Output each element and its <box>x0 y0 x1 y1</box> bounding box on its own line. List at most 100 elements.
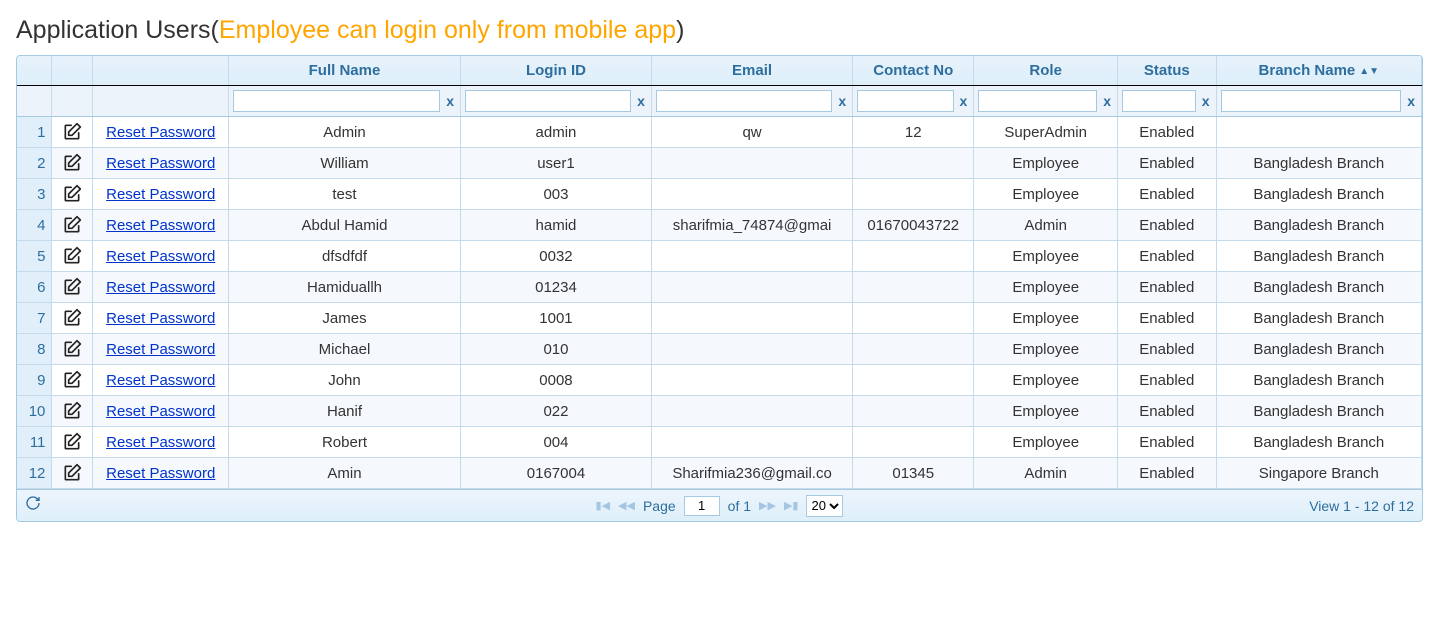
reset-password-link[interactable]: Reset Password <box>106 155 215 172</box>
sort-icon: ▲▼ <box>1359 66 1379 77</box>
edit-icon[interactable] <box>62 402 82 419</box>
filter-clear-status[interactable]: x <box>1200 93 1212 109</box>
reset-password-link[interactable]: Reset Password <box>106 124 215 141</box>
pager-page-input[interactable] <box>684 496 720 516</box>
table-row: 12Reset PasswordAmin0167004Sharifmia236@… <box>17 458 1422 489</box>
reset-cell: Reset Password <box>93 427 229 458</box>
edit-icon[interactable] <box>62 154 82 171</box>
table-row: 7Reset PasswordJames1001EmployeeEnabledB… <box>17 303 1422 334</box>
cell-branch: Bangladesh Branch <box>1216 365 1421 396</box>
pager-view-text: View 1 - 12 of 12 <box>1309 498 1414 514</box>
cell-full-name: Amin <box>228 458 460 489</box>
cell-role: Employee <box>974 396 1118 427</box>
reset-password-link[interactable]: Reset Password <box>106 372 215 389</box>
cell-branch: Singapore Branch <box>1216 458 1421 489</box>
cell-status: Enabled <box>1118 148 1217 179</box>
cell-email <box>651 303 852 334</box>
edit-icon[interactable] <box>62 371 82 388</box>
cell-status: Enabled <box>1118 241 1217 272</box>
cell-full-name: dfsdfdf <box>228 241 460 272</box>
pager-page-size-select[interactable]: 20 <box>806 495 843 517</box>
filter-clear-login-id[interactable]: x <box>635 93 647 109</box>
edit-icon[interactable] <box>62 464 82 481</box>
reset-password-link[interactable]: Reset Password <box>106 248 215 265</box>
cell-status: Enabled <box>1118 272 1217 303</box>
edit-icon[interactable] <box>62 278 82 295</box>
edit-icon[interactable] <box>62 247 82 264</box>
pager-prev-icon[interactable]: ◀◀ <box>618 499 635 512</box>
col-header-login-id[interactable]: Login ID <box>461 56 652 86</box>
row-number: 12 <box>17 458 52 489</box>
cell-contact-no <box>853 179 974 210</box>
reset-password-link[interactable]: Reset Password <box>106 279 215 296</box>
reset-password-link[interactable]: Reset Password <box>106 434 215 451</box>
edit-icon[interactable] <box>62 216 82 233</box>
col-header-email-label: Email <box>732 62 772 79</box>
cell-login-id: 0032 <box>461 241 652 272</box>
col-header-role-label: Role <box>1029 62 1062 79</box>
filter-input-login-id[interactable] <box>465 90 631 112</box>
cell-contact-no <box>853 334 974 365</box>
edit-icon[interactable] <box>62 185 82 202</box>
cell-status: Enabled <box>1118 365 1217 396</box>
cell-status: Enabled <box>1118 210 1217 241</box>
row-number: 9 <box>17 365 52 396</box>
col-header-role[interactable]: Role <box>974 56 1118 86</box>
filter-clear-role[interactable]: x <box>1101 93 1113 109</box>
refresh-icon[interactable] <box>25 495 41 516</box>
edit-icon[interactable] <box>62 340 82 357</box>
filter-cell-status: x <box>1118 86 1217 117</box>
filter-input-email[interactable] <box>656 90 832 112</box>
filter-input-status[interactable] <box>1122 90 1196 112</box>
cell-branch: Bangladesh Branch <box>1216 241 1421 272</box>
filter-clear-email[interactable]: x <box>836 93 848 109</box>
filter-input-full-name[interactable] <box>233 90 440 112</box>
filter-clear-full-name[interactable]: x <box>444 93 456 109</box>
col-header-branch-name[interactable]: Branch Name▲▼ <box>1216 56 1421 86</box>
edit-cell <box>52 303 93 334</box>
cell-email: qw <box>651 117 852 148</box>
col-header-status[interactable]: Status <box>1118 56 1217 86</box>
filter-input-role[interactable] <box>978 90 1097 112</box>
pager-last-icon[interactable]: ▶▮ <box>784 499 799 512</box>
cell-email: Sharifmia236@gmail.co <box>651 458 852 489</box>
col-header-contact-no[interactable]: Contact No <box>853 56 974 86</box>
cell-status: Enabled <box>1118 396 1217 427</box>
cell-full-name: Hanif <box>228 396 460 427</box>
pager-page-label: Page <box>643 498 676 514</box>
pager-first-icon[interactable]: ▮◀ <box>596 499 611 512</box>
filter-input-contact-no[interactable] <box>857 90 953 112</box>
reset-cell: Reset Password <box>93 241 229 272</box>
pager-next-icon[interactable]: ▶▶ <box>759 499 776 512</box>
filter-clear-branch-name[interactable]: x <box>1405 93 1417 109</box>
cell-full-name: William <box>228 148 460 179</box>
reset-password-link[interactable]: Reset Password <box>106 186 215 203</box>
cell-branch: Bangladesh Branch <box>1216 334 1421 365</box>
filter-clear-contact-no[interactable]: x <box>958 93 970 109</box>
filter-input-branch-name[interactable] <box>1221 90 1402 112</box>
reset-password-link[interactable]: Reset Password <box>106 465 215 482</box>
reset-password-link[interactable]: Reset Password <box>106 217 215 234</box>
table-row: 10Reset PasswordHanif022EmployeeEnabledB… <box>17 396 1422 427</box>
cell-role: Employee <box>974 303 1118 334</box>
col-header-full-name[interactable]: Full Name <box>228 56 460 86</box>
cell-full-name: James <box>228 303 460 334</box>
paren-open: ( <box>211 16 219 44</box>
cell-login-id: 003 <box>461 179 652 210</box>
reset-password-link[interactable]: Reset Password <box>106 310 215 327</box>
cell-role: SuperAdmin <box>974 117 1118 148</box>
reset-password-link[interactable]: Reset Password <box>106 403 215 420</box>
cell-email <box>651 272 852 303</box>
cell-contact-no: 12 <box>853 117 974 148</box>
edit-icon[interactable] <box>62 433 82 450</box>
edit-icon[interactable] <box>62 123 82 140</box>
cell-login-id: 1001 <box>461 303 652 334</box>
reset-password-link[interactable]: Reset Password <box>106 341 215 358</box>
col-header-email[interactable]: Email <box>651 56 852 86</box>
cell-email <box>651 365 852 396</box>
table-row: 3Reset Passwordtest003EmployeeEnabledBan… <box>17 179 1422 210</box>
filter-cell-branch-name: x <box>1216 86 1421 117</box>
cell-role: Admin <box>974 458 1118 489</box>
edit-icon[interactable] <box>62 309 82 326</box>
edit-cell <box>52 334 93 365</box>
